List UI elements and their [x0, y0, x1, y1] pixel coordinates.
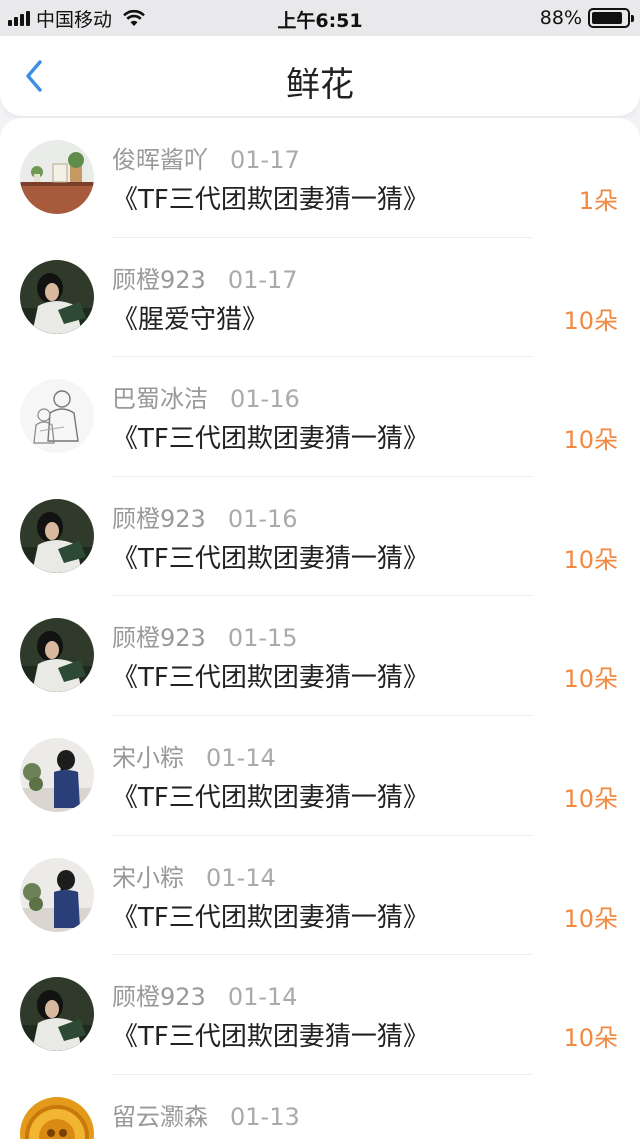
username[interactable]: 留云灏森: [112, 1103, 208, 1131]
username[interactable]: 顾橙923: [112, 266, 206, 294]
avatar[interactable]: [20, 857, 94, 932]
list-item[interactable]: 巴蜀冰洁 01-16 《TF三代团欺团妻猜一猜》 10朵: [0, 357, 640, 477]
list-item[interactable]: 留云灏森 01-13: [0, 1075, 640, 1139]
avatar[interactable]: [20, 498, 94, 573]
flower-count: 10朵: [563, 784, 618, 813]
work-title[interactable]: 《TF三代团欺团妻猜一猜》: [112, 418, 429, 455]
username[interactable]: 顾橙923: [112, 624, 206, 652]
nav-bar: 鲜花: [0, 36, 640, 116]
list-item[interactable]: 顾橙923 01-15 《TF三代团欺团妻猜一猜》 10朵: [0, 596, 640, 716]
date: 01-17: [230, 146, 300, 174]
work-title[interactable]: 《TF三代团欺团妻猜一猜》: [112, 777, 429, 814]
flower-count: 10朵: [563, 306, 618, 335]
date: 01-13: [230, 1102, 300, 1131]
avatar[interactable]: [20, 1096, 94, 1139]
status-right: 88%: [539, 7, 634, 29]
avatar[interactable]: [20, 618, 94, 693]
list-item[interactable]: 顾橙923 01-17 《腥爱守猎》 10朵: [0, 238, 640, 358]
list-item[interactable]: 宋小粽 01-14 《TF三代团欺团妻猜一猜》 10朵: [0, 716, 640, 836]
list-item[interactable]: 宋小粽 01-14 《TF三代团欺团妻猜一猜》 10朵: [0, 836, 640, 956]
date: 01-14: [227, 983, 298, 1012]
username[interactable]: 顾橙923: [112, 983, 206, 1011]
work-title[interactable]: 《TF三代团欺团妻猜一猜》: [112, 897, 429, 934]
avatar[interactable]: [20, 140, 94, 214]
work-title[interactable]: 《TF三代团欺团妻猜一猜》: [112, 538, 429, 575]
flower-count: 10朵: [563, 904, 618, 933]
avatar[interactable]: [20, 259, 94, 334]
list-item[interactable]: 顾橙923 01-14 《TF三代团欺团妻猜一猜》 10朵: [0, 955, 640, 1075]
avatar[interactable]: [20, 737, 94, 812]
username[interactable]: 宋小粽: [112, 864, 184, 892]
date: 01-16: [227, 504, 298, 533]
flower-count: 10朵: [563, 545, 618, 574]
flower-count: 10朵: [563, 426, 618, 455]
user-line: 宋小粽 01-14: [112, 738, 276, 773]
work-title[interactable]: 《TF三代团欺团妻猜一猜》: [112, 1016, 429, 1053]
flower-count: 10朵: [563, 1024, 618, 1053]
date: 01-14: [206, 743, 276, 772]
battery-percent: 88%: [539, 7, 582, 29]
user-line: 俊晖酱吖 01-17: [112, 140, 300, 175]
user-line: 顾橙923 01-15: [112, 618, 298, 653]
user-line: 巴蜀冰洁 01-16: [112, 379, 300, 414]
user-line: 宋小粽 01-14: [112, 858, 276, 893]
user-line: 留云灏森 01-13: [112, 1097, 300, 1132]
page-title: 鲜花: [286, 65, 354, 105]
list-item[interactable]: 顾橙923 01-16 《TF三代团欺团妻猜一猜》 10朵: [0, 477, 640, 597]
flower-count: 1朵: [578, 187, 618, 215]
username[interactable]: 顾橙923: [112, 505, 206, 533]
avatar[interactable]: [20, 379, 94, 454]
flower-count: 10朵: [563, 665, 618, 694]
date: 01-15: [227, 624, 298, 653]
user-line: 顾橙923 01-17: [112, 260, 298, 295]
date: 01-16: [230, 385, 300, 414]
work-title[interactable]: 《TF三代团欺团妻猜一猜》: [112, 657, 429, 694]
date: 01-17: [227, 265, 298, 294]
battery-icon: [588, 8, 634, 28]
username[interactable]: 宋小粽: [112, 744, 184, 772]
avatar[interactable]: [20, 977, 94, 1052]
username[interactable]: 巴蜀冰洁: [112, 385, 208, 413]
username[interactable]: 俊晖酱吖: [112, 146, 208, 174]
flower-record-list: 俊晖酱吖 01-17 《TF三代团欺团妻猜一猜》 1朵 顾橙923 01-17 《腥…: [0, 118, 640, 1139]
status-bar: 中国移动 上午6:51 88%: [0, 0, 640, 36]
work-title[interactable]: 《TF三代团欺团妻猜一猜》: [112, 179, 429, 216]
list-item[interactable]: 俊晖酱吖 01-17 《TF三代团欺团妻猜一猜》 1朵: [0, 118, 640, 238]
user-line: 顾橙923 01-16: [112, 499, 298, 534]
date: 01-14: [206, 863, 276, 892]
user-line: 顾橙923 01-14: [112, 977, 298, 1012]
work-title[interactable]: 《腥爱守猎》: [112, 299, 268, 336]
battery-level: [592, 12, 622, 24]
